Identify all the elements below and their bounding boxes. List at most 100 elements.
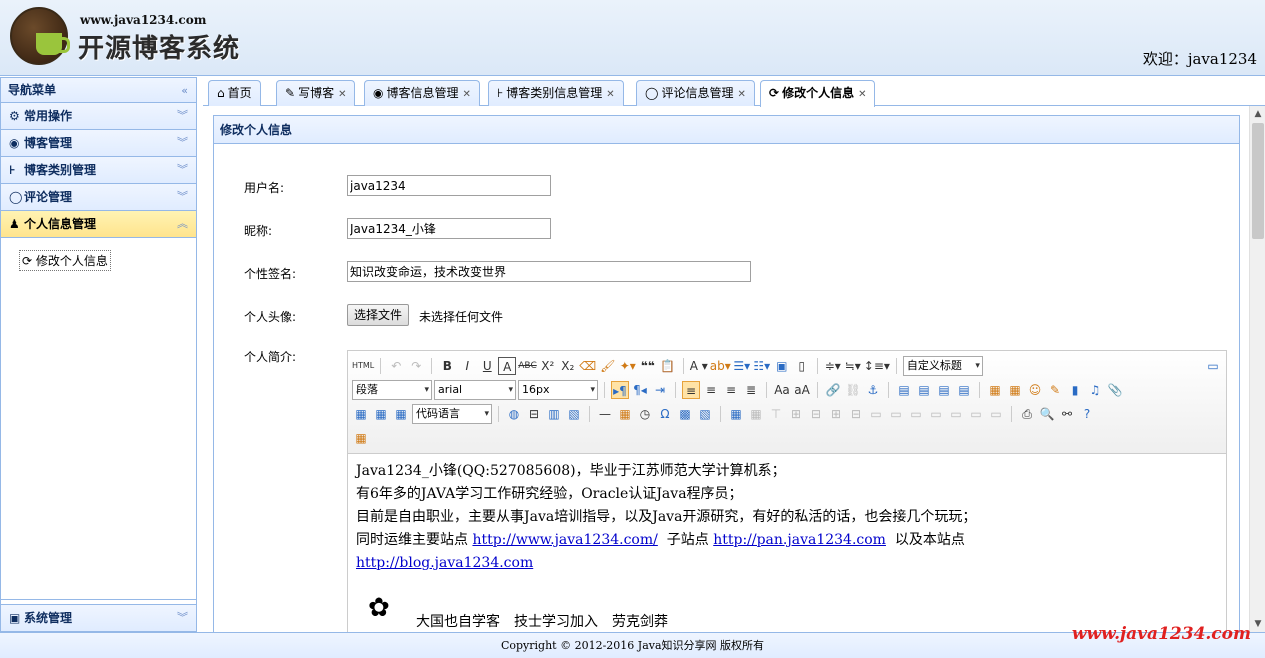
tab-comment-manage[interactable]: ◯ 评论信息管理 ✕ [636,80,755,106]
select-all-icon[interactable]: ▣ [773,357,791,375]
chevron-down-icon[interactable]: ︾ [177,605,188,631]
drafts-icon[interactable]: ▦ [352,429,370,447]
link-sub-site[interactable]: http://pan.java1234.com [713,532,886,548]
eraser-icon[interactable]: ⌫ [579,357,597,375]
horizontal-rule-icon[interactable]: — [596,405,614,423]
justify-right-icon[interactable]: ≡ [722,381,740,399]
superscript-icon[interactable]: X² [539,357,557,375]
editor-content[interactable]: Java1234_小锋(QQ:527085608)，毕业于江苏师范大学计算机系；… [348,454,1226,634]
simple-upload-icon[interactable]: ▦ [986,381,1004,399]
close-icon[interactable]: ✕ [858,89,866,100]
chevron-down-icon[interactable]: ︾ [177,157,188,183]
sidebar-group-comment[interactable]: ◯ 评论管理 ︾ [1,184,196,211]
scroll-up-icon[interactable]: ▲ [1250,106,1265,122]
close-icon[interactable]: ✕ [737,89,745,100]
tab-category-manage[interactable]: ⊦ 博客类别信息管理 ✕ [488,80,624,106]
image-none-icon[interactable]: ▤ [895,381,913,399]
insert-col-icon[interactable]: ⊞ [827,405,845,423]
insert-row-icon[interactable]: ⊞ [787,405,805,423]
indent-icon[interactable]: ⇥ [651,381,669,399]
music-icon[interactable]: ♫ [1086,381,1104,399]
chevron-up-icon[interactable]: ︽ [177,211,188,237]
gmap-icon[interactable]: ▦ [372,405,390,423]
code-language-select[interactable]: 代码语言 [412,404,492,424]
fullscreen-icon[interactable]: ▭ [1204,357,1222,375]
bold-icon[interactable]: B [438,357,456,375]
format-painter-icon[interactable]: 🖌 [599,357,617,375]
italic-icon[interactable]: I [458,357,476,375]
clear-doc-icon[interactable]: ▯ [793,357,811,375]
sidebar-title[interactable]: 导航菜单 « [1,78,196,103]
signature-input[interactable] [347,261,751,282]
split-rows-icon[interactable]: ▭ [947,405,965,423]
snapscreen-icon[interactable]: ▩ [676,405,694,423]
tab-edit-profile[interactable]: ⟳ 修改个人信息 ✕ [760,80,876,107]
delete-row-icon[interactable]: ⊟ [807,405,825,423]
search-replace-icon[interactable]: ⚯ [1058,405,1076,423]
sidebar-group-profile[interactable]: ♟ 个人信息管理 ︽ [1,211,196,238]
font-family-select[interactable]: arial [434,380,516,400]
delete-col-icon[interactable]: ⊟ [847,405,865,423]
strikethrough-icon[interactable]: ABC [518,357,536,375]
choose-file-button[interactable]: 选择文件 [347,304,410,326]
split-cells-icon[interactable]: ▭ [927,405,945,423]
tolowercase-icon[interactable]: aA [793,381,811,399]
attachment-icon[interactable]: 📎 [1106,381,1124,399]
scrawl-icon[interactable]: ✎ [1046,381,1064,399]
paragraph-select[interactable]: 段落 [352,380,432,400]
unordered-list-icon[interactable]: ☷▾ [753,357,771,375]
merge-down-icon[interactable]: ▭ [907,405,925,423]
image-right-icon[interactable]: ▤ [935,381,953,399]
help-icon[interactable]: ? [1078,405,1096,423]
username-input[interactable] [347,175,551,196]
nickname-input[interactable] [347,218,551,239]
chevron-down-icon[interactable]: ︾ [177,184,188,210]
special-chars-icon[interactable]: Ω [656,405,674,423]
time-icon[interactable]: ◷ [636,405,654,423]
anchor-icon[interactable]: ⚓ [864,381,882,399]
html-source-icon[interactable]: HTML [352,357,374,375]
sidebar-item-edit-profile[interactable]: ⟳ 修改个人信息 [19,250,111,271]
delete-table-icon[interactable]: ▦ [747,405,765,423]
map-icon[interactable]: ▦ [352,405,370,423]
close-icon[interactable]: ✕ [463,89,471,100]
rtl-icon[interactable]: ¶◂ [631,381,649,399]
scroll-thumb[interactable] [1252,123,1264,239]
tab-home[interactable]: ⌂ 首页 [208,80,261,106]
emotion-icon[interactable]: ☺ [1026,381,1044,399]
touppercase-icon[interactable]: Aa [773,381,791,399]
merge-right-icon[interactable]: ▭ [887,405,905,423]
close-icon[interactable]: ✕ [338,89,346,100]
ordered-list-icon[interactable]: ☰▾ [733,357,751,375]
image-left-icon[interactable]: ▤ [915,381,933,399]
insert-video-icon[interactable]: ▮ [1066,381,1084,399]
link-icon[interactable]: 🔗 [824,381,842,399]
sidebar-group-common[interactable]: ⚙ 常用操作 ︾ [1,103,196,130]
date-icon[interactable]: ▦ [616,405,634,423]
justify-left-icon[interactable]: ≡ [682,381,700,399]
back-color-icon[interactable]: ab▾ [710,357,731,375]
subscript-icon[interactable]: X₂ [559,357,577,375]
font-border-icon[interactable]: A [498,357,517,375]
sidebar-group-blog[interactable]: ◉ 博客管理 ︾ [1,130,196,157]
scroll-down-icon[interactable]: ▼ [1250,616,1265,632]
print-icon[interactable]: ⎙ [1018,405,1036,423]
insert-frame-icon[interactable]: ▦ [392,405,410,423]
undo-icon[interactable]: ↶ [387,357,405,375]
unlink-icon[interactable]: ⛓ [844,381,862,399]
link-main-site[interactable]: http://www.java1234.com/ [472,532,657,548]
merge-cells-icon[interactable]: ▭ [867,405,885,423]
tab-write-blog[interactable]: ✎ 写博客 ✕ [276,80,356,106]
redo-icon[interactable]: ↷ [407,357,425,375]
link-blog-site[interactable]: http://blog.java1234.com [356,555,533,571]
background-icon[interactable]: ▧ [565,405,583,423]
paste-plain-icon[interactable]: 📋 [659,357,677,375]
template-icon[interactable]: ▥ [545,405,563,423]
pagebreak-icon[interactable]: ⊟ [525,405,543,423]
line-height-icon[interactable]: ↕≡▾ [864,357,890,375]
webapp-icon[interactable]: ◍ [505,405,523,423]
insert-table-icon[interactable]: ▦ [727,405,745,423]
font-size-select[interactable]: 16px [518,380,598,400]
tab-blog-manage[interactable]: ◉ 博客信息管理 ✕ [364,80,480,106]
row-spacing-bottom-icon[interactable]: ≒▾ [844,357,862,375]
